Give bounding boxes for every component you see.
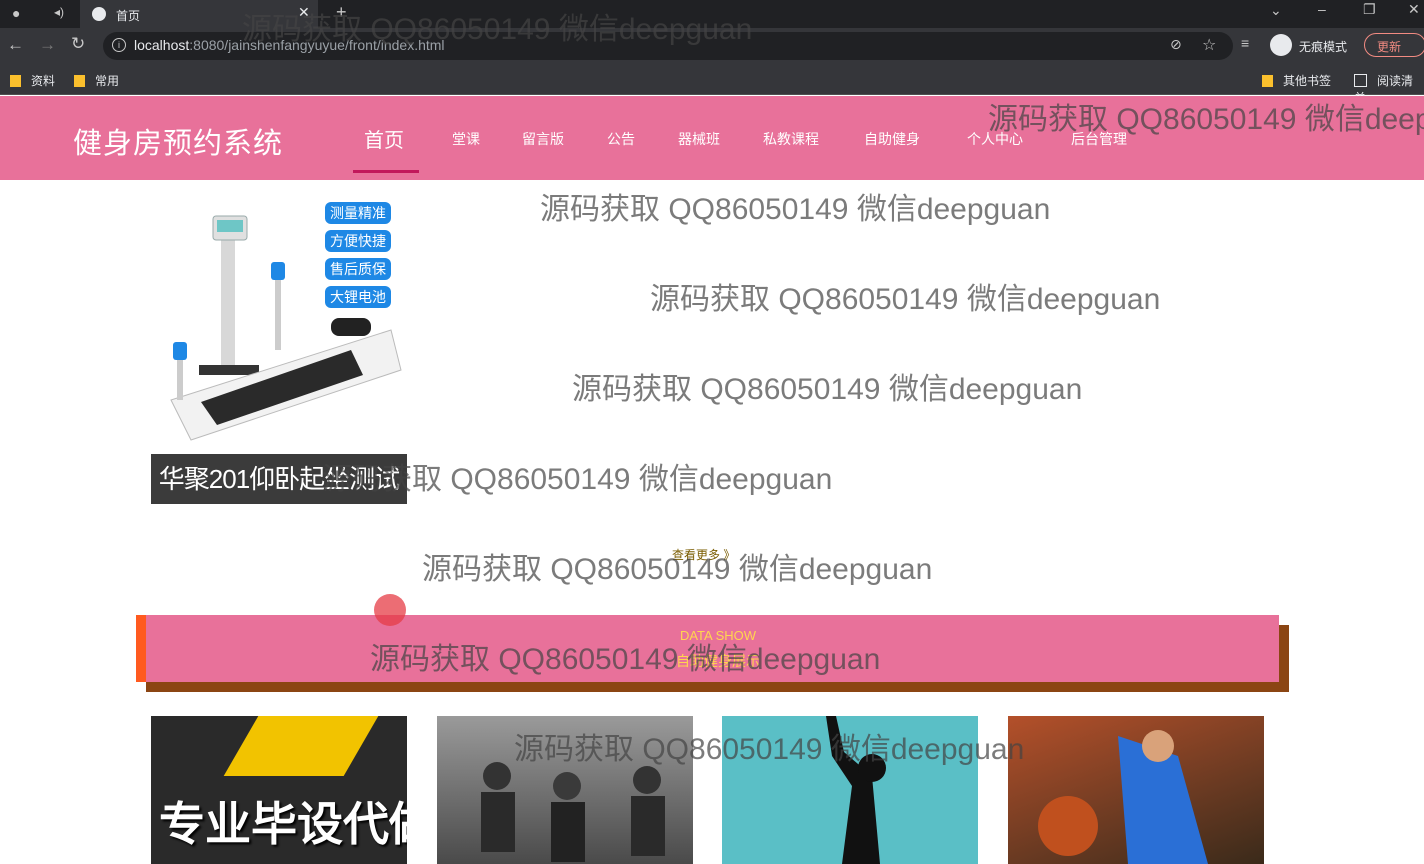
nav-message-board[interactable]: 留言版: [522, 129, 564, 149]
reload-icon[interactable]: ↻: [71, 34, 85, 54]
site-title: 健身房预约系统: [73, 128, 284, 160]
close-tab-icon[interactable]: ✕: [298, 4, 310, 21]
url-text[interactable]: localhost:8080/jainshenfangyuyue/front/i…: [134, 37, 445, 53]
url-host: localhost: [134, 37, 190, 53]
product-badge: 方便快捷: [325, 230, 391, 252]
incognito-icon: [1270, 34, 1292, 56]
nav-private-course[interactable]: 私教课程: [763, 129, 819, 149]
reading-list-icon: [1354, 74, 1367, 87]
nav-home[interactable]: 首页: [364, 124, 404, 153]
forward-icon[interactable]: →: [39, 35, 56, 55]
fitness-card[interactable]: [722, 716, 978, 864]
bookmarks-bar: 资料 常用 其他书签 阅读清单: [0, 64, 1424, 105]
nav-notice[interactable]: 公告: [607, 129, 635, 149]
tab-title: 首页: [116, 9, 141, 23]
fitness-card[interactable]: [437, 716, 693, 864]
url-path: :8080/jainshenfangyuyue/front/index.html: [189, 37, 445, 53]
banner-product-image[interactable]: 测量精准 方便快捷 售后质保 大锂电池 华聚201仰卧起坐测试仪: [151, 180, 407, 504]
watermark: 源码获取 QQ86050149 微信deepguan: [650, 283, 1161, 316]
view-more-link[interactable]: 查看更多 》: [672, 546, 735, 563]
back-icon[interactable]: ←: [7, 35, 24, 55]
folder-icon: [74, 75, 85, 87]
address-toolbar: ← → ↻ i localhost:8080/jainshenfangyuyue…: [0, 28, 1424, 64]
incognito-label: 无痕模式: [1299, 40, 1348, 54]
bookmark-folder[interactable]: 资料: [10, 72, 55, 89]
product-badge: 售后质保: [325, 258, 391, 280]
browser-tab-strip: ● ◂) 首页 ✕ + ⌄ – ❐ ✕: [0, 0, 1424, 28]
bookmark-label: 其他书签: [1283, 74, 1332, 88]
fitness-card[interactable]: [1008, 716, 1264, 864]
product-caption: 华聚201仰卧起坐测试仪: [151, 454, 407, 504]
folder-icon: [10, 75, 21, 87]
nav-self-fitness[interactable]: 自助健身: [864, 129, 920, 149]
basketball-illustration: [1038, 730, 1208, 864]
browser-menu-icon[interactable]: ●: [12, 5, 20, 21]
nav-personal-center[interactable]: 个人中心: [967, 129, 1023, 149]
product-badge: 测量精准: [325, 202, 391, 224]
site-header: 健身房预约系统 首页 堂课 留言版 公告 器械班 私教课程 自助健身 个人中心 …: [0, 96, 1424, 180]
eye-off-icon[interactable]: ⊘: [1170, 36, 1182, 53]
other-bookmarks[interactable]: 其他书签: [1262, 72, 1331, 89]
athlete-silhouette-illustration: [826, 716, 886, 864]
section-title-bar: DATA SHOW 自助健身展示: [136, 615, 1279, 682]
bookmark-label: 常用: [95, 74, 120, 88]
nav-active-underline: [353, 170, 419, 173]
tab-search-icon[interactable]: ⌄: [1270, 2, 1282, 19]
close-window-icon[interactable]: ✕: [1408, 1, 1420, 18]
minimize-icon[interactable]: –: [1318, 1, 1326, 17]
mouse-cursor-indicator: [374, 594, 406, 626]
nav-equipment[interactable]: 器械班: [678, 129, 720, 149]
section-subtitle-en: DATA SHOW: [679, 628, 757, 643]
globe-icon: [92, 7, 106, 21]
nav-admin[interactable]: 后台管理: [1071, 129, 1127, 149]
audio-icon[interactable]: ◂): [54, 5, 64, 19]
folder-icon: [1262, 75, 1273, 87]
new-tab-icon[interactable]: +: [336, 2, 347, 23]
maximize-icon[interactable]: ❐: [1363, 1, 1376, 18]
site-info-icon[interactable]: i: [112, 38, 126, 52]
fitness-card[interactable]: 专业毕设代做: [151, 716, 407, 864]
browser-tab-home[interactable]: 首页 ✕: [80, 0, 318, 28]
section-title: 自助健身展示: [676, 653, 760, 669]
star-icon[interactable]: ☆: [1202, 35, 1216, 55]
card-decoration: [223, 716, 379, 776]
watermark: 源码获取 QQ86050149 微信deepguan: [572, 373, 1083, 406]
athletes-illustration: [481, 762, 665, 862]
watermark: 源码获取 QQ86050149 微信deepguan: [540, 193, 1051, 226]
reading-list-icon[interactable]: ≡: [1241, 35, 1249, 51]
bookmark-label: 资料: [31, 74, 56, 88]
bookmark-folder[interactable]: 常用: [74, 72, 119, 89]
card-overlay-text: 专业毕设代做: [159, 798, 407, 850]
update-button[interactable]: 更新: [1364, 33, 1424, 57]
product-badge: 大锂电池: [325, 286, 391, 308]
nav-class[interactable]: 堂课: [452, 129, 480, 149]
